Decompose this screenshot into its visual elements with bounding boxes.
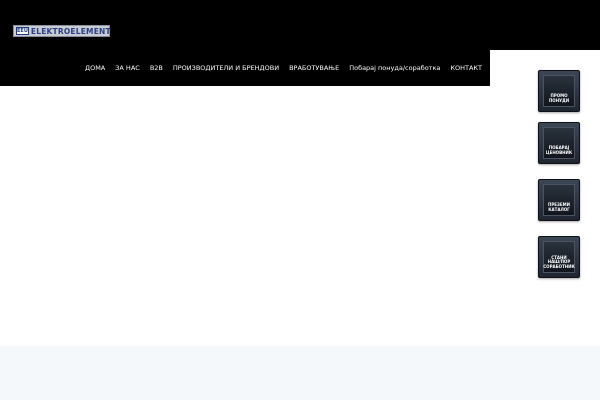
side-button-label: ПОБАРАЈ ЦЕНОВНИК <box>545 145 573 155</box>
side-button-label: ПРОМО ПОНУДИ <box>548 93 570 103</box>
header-extension <box>490 0 600 50</box>
promo-offers-switch-icon: ПРОМО ПОНУДИ <box>543 75 575 107</box>
download-catalog-button[interactable]: ПРЕЗЕМИ КАТАЛОГ <box>538 179 580 221</box>
nav-item-request-offer[interactable]: Побарај понуда/соработка <box>349 64 440 72</box>
site-header: EEU ELEKTROELEMENT ДОМА ЗА НАС B2B ПРОИЗ… <box>0 0 490 86</box>
main-nav: ДОМА ЗА НАС B2B ПРОИЗВОДИТЕЛИ И БРЕНДОВИ… <box>85 64 492 72</box>
promo-offers-button[interactable]: ПРОМО ПОНУДИ <box>538 70 580 112</box>
side-button-label: СТАНИ НАШ/ПОР СОРАБОТНИК <box>543 254 575 269</box>
site-logo[interactable]: EEU ELEKTROELEMENT <box>13 25 111 37</box>
footer-band <box>0 346 600 400</box>
side-button-label: ПРЕЗЕМИ КАТАЛОГ <box>548 202 570 212</box>
nav-item-home[interactable]: ДОМА <box>85 64 105 72</box>
request-pricelist-switch-icon: ПОБАРАЈ ЦЕНОВНИК <box>543 127 575 159</box>
nav-item-contact[interactable]: КОНТАКТ <box>450 64 482 72</box>
logo-mark-icon: EEU <box>16 27 29 35</box>
download-catalog-switch-icon: ПРЕЗЕМИ КАТАЛОГ <box>543 184 575 216</box>
nav-item-b2b[interactable]: B2B <box>150 64 163 72</box>
become-partner-button[interactable]: СТАНИ НАШ/ПОР СОРАБОТНИК <box>538 236 580 278</box>
nav-item-manufacturers[interactable]: ПРОИЗВОДИТЕЛИ И БРЕНДОВИ <box>173 64 279 72</box>
page: EEU ELEKTROELEMENT ДОМА ЗА НАС B2B ПРОИЗ… <box>0 0 600 400</box>
logo-text: ELEKTROELEMENT <box>30 26 111 36</box>
nav-item-about[interactable]: ЗА НАС <box>115 64 140 72</box>
nav-item-careers[interactable]: ВРАБОТУВАЊЕ <box>289 64 339 72</box>
request-pricelist-button[interactable]: ПОБАРАЈ ЦЕНОВНИК <box>538 122 580 164</box>
become-partner-switch-icon: СТАНИ НАШ/ПОР СОРАБОТНИК <box>543 241 575 273</box>
